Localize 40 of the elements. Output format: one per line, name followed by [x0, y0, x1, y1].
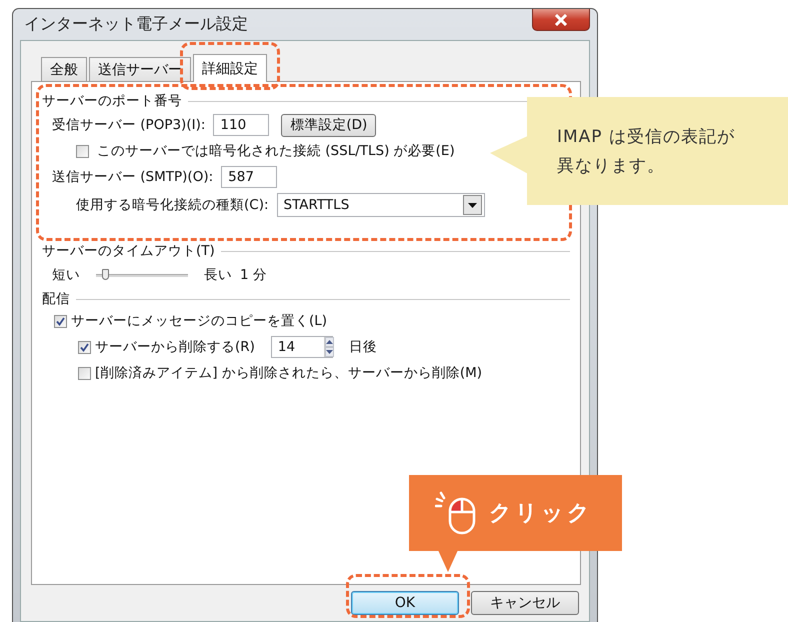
checkbox[interactable] [54, 314, 67, 328]
port-field[interactable]: 110 [213, 114, 270, 136]
checkbox[interactable] [78, 366, 91, 380]
slider-label: 短い [52, 266, 80, 284]
checkbox-label: サーバーにメッセージのコピーを置く(L) [71, 312, 328, 330]
checkbox-label: このサーバーでは暗号化された接続 (SSL/TLS) が必要(E) [97, 142, 455, 160]
days-unit: 日後 [348, 338, 377, 356]
group-title: サーバーのタイムアウト(T) [42, 242, 215, 260]
close-button[interactable] [532, 9, 590, 31]
up-arrow-icon[interactable] [326, 340, 333, 344]
checkbox-label: [削除済みアイテム] から削除されたら、サーバーから削除(M) [95, 364, 482, 382]
timeout-slider[interactable] [96, 268, 188, 282]
group-title: 配信 [42, 290, 70, 308]
group-title: サーバーのポート番号 [42, 92, 182, 110]
slider-thumb[interactable] [102, 269, 110, 280]
click-label: クリック [489, 500, 593, 528]
ok-button[interactable]: OK [351, 591, 459, 615]
down-arrow-icon[interactable] [326, 350, 333, 354]
encryption-dropdown[interactable]: STARTTLS [276, 193, 485, 217]
field-label: 使用する暗号化接続の種類(C): [76, 196, 269, 214]
port-field[interactable]: 587 [221, 166, 278, 188]
checkbox[interactable] [76, 144, 89, 158]
field-label: 受信サーバー (POP3)(I): [52, 116, 206, 134]
note-text: 異なります。 [557, 155, 666, 177]
cancel-button[interactable]: キャンセル [471, 591, 579, 615]
tab[interactable]: 送信サーバー [89, 57, 191, 81]
days-spinner[interactable]: 14 [270, 336, 333, 358]
window-title: インターネット電子メール設定 [23, 14, 248, 35]
slider-label: 長い [204, 266, 232, 284]
note-text: IMAP は受信の表記が [557, 126, 735, 148]
tab[interactable]: 全般 [41, 57, 87, 81]
checkbox[interactable] [78, 340, 91, 354]
close-icon [554, 14, 568, 26]
dropdown-arrow-icon [468, 202, 477, 208]
field-label: 送信サーバー (SMTP)(O): [52, 168, 214, 186]
default-settings-button[interactable]: 標準設定(D) [281, 114, 376, 136]
checkbox-label: サーバーから削除する(R) [95, 338, 255, 356]
timeout-value: 1 分 [240, 266, 267, 284]
mouse-icon [435, 491, 477, 535]
tab[interactable]: 詳細設定 [193, 54, 267, 82]
